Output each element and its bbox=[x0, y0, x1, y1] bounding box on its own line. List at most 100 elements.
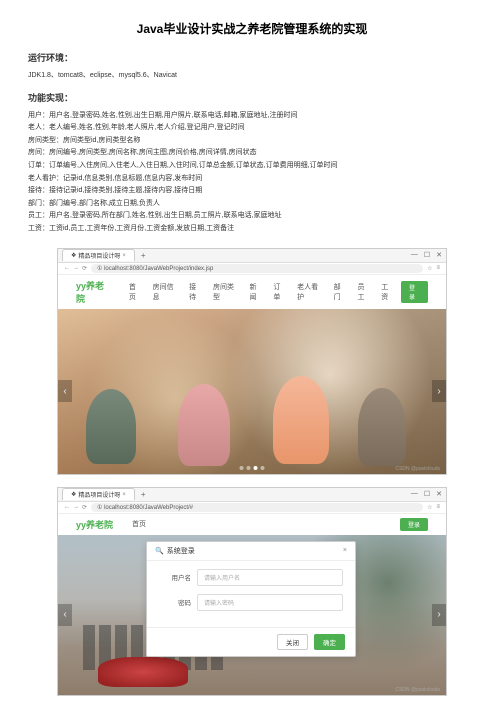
reload-icon[interactable]: ⟳ bbox=[82, 504, 87, 511]
hero-person bbox=[178, 384, 230, 466]
star-icon[interactable]: ☆ bbox=[427, 504, 432, 511]
site-logo[interactable]: yy养老院 bbox=[76, 279, 110, 305]
username-input[interactable]: 请输入用户名 bbox=[197, 569, 343, 586]
nav-care[interactable]: 老人看护 bbox=[293, 282, 327, 302]
feat-line: 房间类型：房间类型id,房间类型名称 bbox=[28, 135, 476, 148]
nav-dept[interactable]: 部门 bbox=[330, 282, 351, 302]
hero-person bbox=[358, 388, 406, 466]
url-input[interactable]: ① localhost:8080/JavaWebProject/index.js… bbox=[91, 264, 423, 273]
carousel-next-icon[interactable]: › bbox=[432, 380, 446, 402]
hero-carousel: ‹ › 🔍 系统登录 × 用户名 请输入用户名 密码 请输入密码 关闭 确定 bbox=[58, 535, 446, 695]
maximize-icon[interactable]: ☐ bbox=[424, 251, 430, 259]
confirm-button[interactable]: 确定 bbox=[314, 634, 345, 650]
login-button[interactable]: 登录 bbox=[401, 281, 428, 303]
login-modal: 🔍 系统登录 × 用户名 请输入用户名 密码 请输入密码 关闭 确定 bbox=[146, 541, 356, 657]
section-env-heading: 运行环境： bbox=[28, 51, 476, 64]
forward-icon[interactable]: → bbox=[73, 504, 79, 511]
dot[interactable] bbox=[247, 466, 251, 470]
form-row-password: 密码 请输入密码 bbox=[159, 594, 343, 611]
feat-line: 老人：老人编号,姓名,性别,年龄,老人照片,老人介绍,登记用户,登记时间 bbox=[28, 122, 476, 135]
address-bar: ← → ⟳ ① localhost:8080/JavaWebProject/in… bbox=[58, 263, 446, 275]
hero-person bbox=[273, 376, 329, 464]
tab-favicon: ❖ bbox=[71, 491, 76, 498]
maximize-icon[interactable]: ☐ bbox=[424, 490, 430, 498]
dot-active[interactable] bbox=[254, 466, 258, 470]
nav-salary[interactable]: 工资 bbox=[377, 282, 398, 302]
hero-carousel: ‹ › bbox=[58, 309, 446, 474]
url-text: ① localhost:8080/JavaWebProject/index.js… bbox=[97, 266, 213, 272]
carousel-prev-icon[interactable]: ‹ bbox=[58, 604, 72, 626]
env-text: JDK1.8、tomcat8、eclipse、mysql5.6、Navicat bbox=[28, 70, 476, 83]
site-nav: yy养老院 首页 房间信息 接待 房间类型 新闻 订单 老人看护 部门 员工 工… bbox=[58, 275, 446, 309]
reload-icon[interactable]: ⟳ bbox=[82, 265, 87, 272]
nav-home[interactable]: 首页 bbox=[128, 519, 150, 529]
login-button[interactable]: 登录 bbox=[400, 518, 428, 531]
screenshot-2: ❖ 精品项目设计呀 × + — ☐ ✕ ← → ⟳ ① localhost:80… bbox=[57, 487, 447, 696]
new-tab-button[interactable]: + bbox=[141, 251, 146, 260]
url-input[interactable]: ① localhost:8080/JavaWebProject/# bbox=[91, 503, 423, 512]
nav-home[interactable]: 首页 bbox=[125, 282, 146, 302]
feat-line: 订单：订单编号,入住房间,入住老人,入住日期,入住时间,订单总金额,订单状态,订… bbox=[28, 160, 476, 173]
nav-room-info[interactable]: 房间信息 bbox=[149, 282, 183, 302]
close-button[interactable]: 关闭 bbox=[277, 634, 308, 650]
feat-line: 员工：用户名,登录密码,所在部门,姓名,性别,出生日期,员工照片,联系电话,家庭… bbox=[28, 210, 476, 223]
feat-line: 接待：接待记录id,接待类别,接待主题,接待内容,接待日期 bbox=[28, 185, 476, 198]
browser-tab-bar: ❖ 精品项目设计呀 × + — ☐ ✕ bbox=[58, 488, 446, 502]
modal-footer: 关闭 确定 bbox=[147, 627, 355, 656]
dot[interactable] bbox=[261, 466, 265, 470]
modal-close-icon[interactable]: × bbox=[343, 547, 347, 554]
forward-icon[interactable]: → bbox=[73, 265, 79, 272]
modal-body: 用户名 请输入用户名 密码 请输入密码 bbox=[147, 561, 355, 627]
lock-icon: 🔍 bbox=[155, 547, 164, 555]
nav-news[interactable]: 新闻 bbox=[246, 282, 267, 302]
url-text: ① localhost:8080/JavaWebProject/# bbox=[97, 505, 193, 511]
watermark: CSDN @pastclouds bbox=[395, 466, 440, 472]
nav-room-type[interactable]: 房间类型 bbox=[209, 282, 243, 302]
browser-tab[interactable]: ❖ 精品项目设计呀 × bbox=[62, 488, 135, 500]
nav-reception[interactable]: 接待 bbox=[185, 282, 206, 302]
dot[interactable] bbox=[240, 466, 244, 470]
password-input[interactable]: 请输入密码 bbox=[197, 594, 343, 611]
minimize-icon[interactable]: — bbox=[411, 490, 418, 498]
feat-line: 房间：房间编号,房间类型,房间名称,房间主图,房间价格,房间详情,房间状态 bbox=[28, 147, 476, 160]
hero-decor bbox=[98, 657, 188, 687]
close-icon[interactable]: × bbox=[122, 253, 126, 259]
star-icon[interactable]: ☆ bbox=[427, 265, 432, 272]
page-title: Java毕业设计实战之养老院管理系统的实现 bbox=[28, 20, 476, 37]
browser-tab-bar: ❖ 精品项目设计呀 × + — ☐ ✕ bbox=[58, 249, 446, 263]
screenshot-1: ❖ 精品项目设计呀 × + — ☐ ✕ ← → ⟳ ① localhost:80… bbox=[57, 248, 447, 475]
modal-title: 系统登录 bbox=[167, 546, 195, 556]
menu-icon[interactable]: ≡ bbox=[436, 504, 440, 511]
menu-icon[interactable]: ≡ bbox=[436, 265, 440, 272]
nav-order[interactable]: 订单 bbox=[269, 282, 290, 302]
modal-header: 🔍 系统登录 × bbox=[147, 542, 355, 561]
feat-line: 用户：用户名,登录密码,姓名,性别,出生日期,用户照片,联系电话,邮箱,家庭地址… bbox=[28, 110, 476, 123]
nav-staff[interactable]: 员工 bbox=[353, 282, 374, 302]
feat-line: 部门：部门编号,部门名称,成立日期,负责人 bbox=[28, 198, 476, 211]
carousel-dots bbox=[240, 466, 265, 470]
site-logo[interactable]: yy养老院 bbox=[76, 518, 113, 531]
tab-title: 精品项目设计呀 bbox=[78, 251, 120, 260]
tab-title: 精品项目设计呀 bbox=[78, 490, 120, 499]
close-window-icon[interactable]: ✕ bbox=[436, 251, 442, 259]
section-feat-heading: 功能实现： bbox=[28, 91, 476, 104]
form-row-username: 用户名 请输入用户名 bbox=[159, 569, 343, 586]
carousel-prev-icon[interactable]: ‹ bbox=[58, 380, 72, 402]
new-tab-button[interactable]: + bbox=[141, 490, 146, 499]
back-icon[interactable]: ← bbox=[64, 265, 70, 272]
feat-line: 工资：工资id,员工,工资年份,工资月份,工资金额,发放日期,工资备注 bbox=[28, 223, 476, 236]
close-icon[interactable]: × bbox=[122, 492, 126, 498]
site-nav: yy养老院 首页 登录 bbox=[58, 514, 446, 535]
tab-favicon: ❖ bbox=[71, 252, 76, 259]
browser-tab[interactable]: ❖ 精品项目设计呀 × bbox=[62, 249, 135, 261]
close-window-icon[interactable]: ✕ bbox=[436, 490, 442, 498]
address-bar: ← → ⟳ ① localhost:8080/JavaWebProject/# … bbox=[58, 502, 446, 514]
carousel-next-icon[interactable]: › bbox=[432, 604, 446, 626]
feat-line: 老人看护：记录id,信息类别,信息标题,信息内容,发布时间 bbox=[28, 173, 476, 186]
watermark: CSDN @pastclouds bbox=[395, 687, 440, 693]
back-icon[interactable]: ← bbox=[64, 504, 70, 511]
minimize-icon[interactable]: — bbox=[411, 251, 418, 259]
hero-person bbox=[86, 389, 136, 464]
password-label: 密码 bbox=[159, 597, 191, 607]
username-label: 用户名 bbox=[159, 572, 191, 582]
